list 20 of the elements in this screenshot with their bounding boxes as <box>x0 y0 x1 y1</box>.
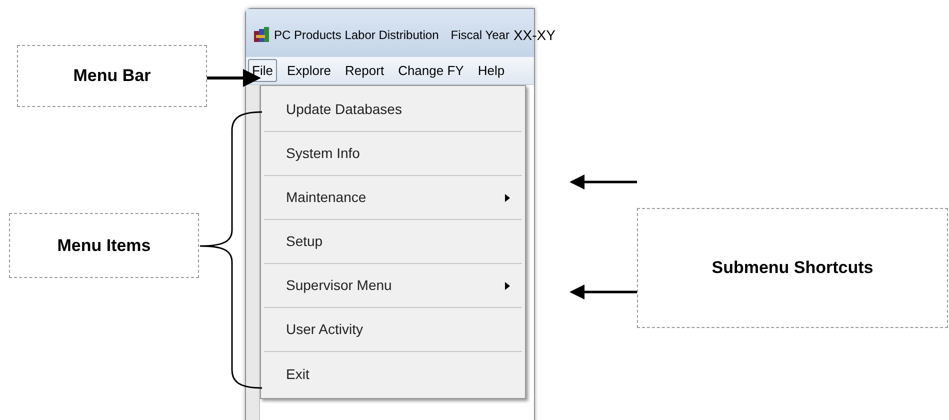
window-title: Fiscal Year <box>450 27 510 44</box>
arrow <box>570 174 637 190</box>
menu-item[interactable]: Exit <box>286 364 310 384</box>
app-logo-icon <box>254 27 270 43</box>
window-title: PC Products Labor Distribution <box>274 27 439 44</box>
menu-item[interactable]: Supervisor Menu <box>286 275 392 296</box>
callout-label: Menu Bar <box>17 45 207 107</box>
menu-bar-item[interactable]: Explore <box>282 58 336 82</box>
menu-bar-item[interactable]: Change FY <box>394 58 468 82</box>
callout-label: Submenu Shortcuts <box>637 208 948 328</box>
menu-item[interactable]: User Activity <box>286 319 364 340</box>
menu-item[interactable]: Update Databases <box>286 99 402 120</box>
fiscal-year: XX-XY <box>513 26 556 44</box>
menu-item[interactable]: System Info <box>286 143 360 164</box>
menu-bar-item[interactable]: Report <box>341 58 388 82</box>
arrow <box>570 284 637 300</box>
menu-item[interactable]: Maintenance <box>286 187 366 208</box>
menu-item[interactable]: Setup <box>286 231 323 252</box>
menu-bar-item[interactable]: Help <box>474 58 509 82</box>
callout-label: Menu Items <box>9 213 199 278</box>
